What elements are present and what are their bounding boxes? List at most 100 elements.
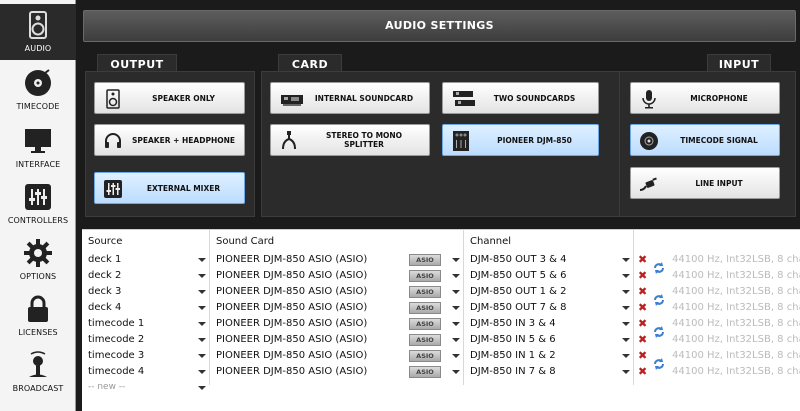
- chevron-down-icon[interactable]: [198, 252, 206, 268]
- chevron-down-icon[interactable]: [452, 300, 460, 316]
- source-select[interactable]: timecode 4: [88, 366, 144, 377]
- channel-select[interactable]: DJM-850 OUT 7 & 8: [470, 302, 567, 313]
- chevron-down-icon[interactable]: [198, 348, 206, 364]
- sidebar-item-interface[interactable]: INTERFACE: [0, 120, 76, 176]
- button-label: SPEAKER ONLY: [152, 93, 215, 103]
- channel-select[interactable]: DJM-850 IN 7 & 8: [470, 366, 556, 377]
- line-input-button[interactable]: LINE INPUT: [630, 167, 780, 199]
- splitter-cable-icon: [282, 131, 296, 150]
- button-label: MICROPHONE: [690, 93, 748, 103]
- sound-card-select[interactable]: PIONEER DJM-850 ASIO (ASIO): [216, 318, 367, 329]
- sound-card-select[interactable]: PIONEER DJM-850 ASIO (ASIO): [216, 334, 367, 345]
- chevron-down-icon[interactable]: [452, 348, 460, 364]
- sidebar-item-licenses[interactable]: LICENSES: [0, 288, 76, 344]
- timecode-signal-button[interactable]: TIMECODE SIGNAL: [630, 124, 780, 156]
- channel-select[interactable]: DJM-850 OUT 3 & 4: [470, 254, 567, 265]
- chevron-down-icon[interactable]: [622, 316, 630, 332]
- speaker-only-button[interactable]: SPEAKER ONLY: [94, 82, 245, 114]
- source-select[interactable]: timecode 1: [88, 318, 144, 329]
- sidebar-item-broadcast[interactable]: BROADCAST: [0, 344, 76, 400]
- chevron-down-icon[interactable]: [622, 284, 630, 300]
- chevron-down-icon[interactable]: [198, 284, 206, 300]
- close-icon[interactable]: ✖: [638, 349, 647, 362]
- broadcast-icon: [29, 351, 47, 377]
- close-icon[interactable]: ✖: [638, 285, 647, 298]
- table-row: deck 3 PIONEER DJM-850 ASIO (ASIO) ASIO DJM…: [82, 284, 800, 306]
- source-select[interactable]: deck 3: [88, 286, 121, 297]
- sound-card-select[interactable]: PIONEER DJM-850 ASIO (ASIO): [216, 270, 367, 281]
- new-source-select[interactable]: -- new --: [88, 382, 125, 392]
- source-select[interactable]: deck 4: [88, 302, 121, 313]
- sound-card-select[interactable]: PIONEER DJM-850 ASIO (ASIO): [216, 286, 367, 297]
- asio-config-button[interactable]: ASIO: [409, 334, 441, 346]
- close-icon[interactable]: ✖: [638, 269, 647, 282]
- sidebar-item-controllers[interactable]: CONTROLLERS: [0, 176, 76, 232]
- source-select[interactable]: timecode 2: [88, 334, 144, 345]
- format-info: 44100 Hz, Int32LSB, 8 cha: [672, 350, 800, 361]
- chevron-down-icon[interactable]: [198, 300, 206, 316]
- chevron-down-icon[interactable]: [622, 348, 630, 364]
- channel-select[interactable]: DJM-850 OUT 5 & 6: [470, 270, 567, 281]
- stereo-to-mono-splitter-button[interactable]: STEREO TO MONO SPLITTER: [270, 124, 430, 156]
- sound-card-select[interactable]: PIONEER DJM-850 ASIO (ASIO): [216, 350, 367, 361]
- asio-config-button[interactable]: ASIO: [409, 366, 441, 378]
- pioneer-djm-850-button[interactable]: PIONEER DJM-850: [442, 124, 599, 156]
- chevron-down-icon[interactable]: [452, 252, 460, 268]
- table-row: timecode 2 PIONEER DJM-850 ASIO (ASIO) ASI…: [82, 332, 800, 348]
- chevron-down-icon[interactable]: [622, 252, 630, 268]
- chevron-down-icon[interactable]: [198, 268, 206, 284]
- asio-config-button[interactable]: ASIO: [409, 302, 441, 314]
- close-icon[interactable]: ✖: [638, 253, 647, 266]
- close-icon[interactable]: ✖: [638, 301, 647, 314]
- asio-config-button[interactable]: ASIO: [409, 318, 441, 330]
- table-row: deck 4 PIONEER DJM-850 ASIO (ASIO) ASIO DJM…: [82, 300, 800, 316]
- chevron-down-icon[interactable]: [622, 300, 630, 316]
- source-select[interactable]: timecode 3: [88, 350, 144, 361]
- close-icon[interactable]: ✖: [638, 333, 647, 346]
- sidebar-item-audio[interactable]: AUDIO: [0, 4, 76, 60]
- channel-select[interactable]: DJM-850 IN 5 & 6: [470, 334, 556, 345]
- close-icon[interactable]: ✖: [638, 317, 647, 330]
- table-row: deck 1 PIONEER DJM-850 ASIO (ASIO) ASIO DJM…: [82, 252, 800, 274]
- chevron-down-icon[interactable]: [452, 316, 460, 332]
- microphone-button[interactable]: MICROPHONE: [630, 82, 780, 114]
- new-row[interactable]: -- new --: [82, 380, 800, 396]
- chevron-down-icon[interactable]: [622, 364, 630, 380]
- input-group: MICROPHONE TIMECODE SIGNAL LINE INPUT: [619, 71, 796, 217]
- chevron-down-icon[interactable]: [452, 284, 460, 300]
- chevron-down-icon[interactable]: [198, 364, 206, 380]
- source-select[interactable]: deck 2: [88, 270, 121, 281]
- asio-config-button[interactable]: ASIO: [409, 254, 441, 266]
- chevron-down-icon[interactable]: [198, 332, 206, 348]
- sound-card-select[interactable]: PIONEER DJM-850 ASIO (ASIO): [216, 254, 367, 265]
- chevron-down-icon[interactable]: [198, 380, 206, 396]
- asio-config-button[interactable]: ASIO: [409, 286, 441, 298]
- chevron-down-icon[interactable]: [622, 332, 630, 348]
- source-select[interactable]: deck 1: [88, 254, 121, 265]
- channel-select[interactable]: DJM-850 IN 1 & 2: [470, 350, 556, 361]
- column-header-source: Source: [88, 236, 123, 247]
- format-info: 44100 Hz, Int32LSB, 8 cha: [672, 270, 800, 281]
- chevron-down-icon[interactable]: [452, 364, 460, 380]
- button-label: INTERNAL SOUNDCARD: [314, 93, 414, 103]
- sound-card-select[interactable]: PIONEER DJM-850 ASIO (ASIO): [216, 302, 367, 313]
- external-mixer-button[interactable]: EXTERNAL MIXER: [94, 172, 245, 204]
- asio-config-button[interactable]: ASIO: [409, 270, 441, 282]
- asio-config-button[interactable]: ASIO: [409, 350, 441, 362]
- lock-icon: [28, 295, 48, 322]
- chevron-down-icon[interactable]: [198, 316, 206, 332]
- sidebar-item-options[interactable]: OPTIONS: [0, 232, 76, 288]
- speaker-headphone-button[interactable]: SPEAKER + HEADPHONE: [94, 124, 245, 156]
- chevron-down-icon[interactable]: [452, 268, 460, 284]
- two-soundcards-button[interactable]: TWO SOUNDCARDS: [442, 82, 599, 114]
- sidebar-item-timecode[interactable]: TIMECODE: [0, 62, 76, 118]
- table-row: timecode 3 PIONEER DJM-850 ASIO (ASIO) ASI…: [82, 348, 800, 370]
- mixer-icon: [104, 180, 122, 198]
- channel-select[interactable]: DJM-850 OUT 1 & 2: [470, 286, 567, 297]
- close-icon[interactable]: ✖: [638, 365, 647, 378]
- internal-soundcard-button[interactable]: INTERNAL SOUNDCARD: [270, 82, 430, 114]
- sound-card-select[interactable]: PIONEER DJM-850 ASIO (ASIO): [216, 366, 367, 377]
- channel-select[interactable]: DJM-850 IN 3 & 4: [470, 318, 556, 329]
- chevron-down-icon[interactable]: [622, 268, 630, 284]
- chevron-down-icon[interactable]: [452, 332, 460, 348]
